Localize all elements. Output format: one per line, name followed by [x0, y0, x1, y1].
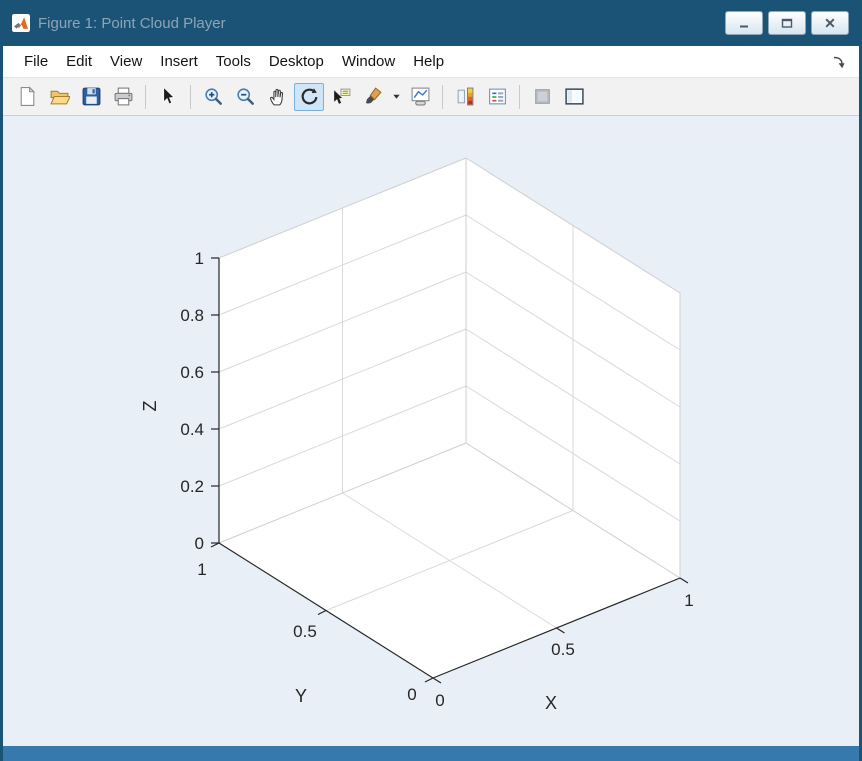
- z-axis-label: Z: [140, 401, 160, 412]
- rotate-3d-icon: [301, 88, 317, 105]
- new-document-icon: [20, 86, 35, 106]
- save-icon: [82, 87, 100, 106]
- open-folder-icon: [49, 90, 70, 105]
- menu-bar: File Edit View Insert Tools Desktop Wind…: [3, 46, 859, 77]
- colorbar-icon: [457, 87, 473, 106]
- toolbar-separator: [519, 84, 520, 109]
- close-icon: [825, 18, 835, 28]
- brush-dropdown-button[interactable]: [390, 83, 403, 111]
- menu-desktop[interactable]: Desktop: [260, 49, 333, 74]
- link-plot-button[interactable]: [405, 83, 435, 111]
- figure-toolbar: [3, 77, 859, 116]
- print-figure-button[interactable]: [108, 83, 138, 111]
- new-figure-button[interactable]: [12, 83, 42, 111]
- zoom-in-button[interactable]: [198, 83, 228, 111]
- zoom-out-icon: [236, 88, 254, 105]
- toolbar-separator: [442, 84, 443, 109]
- x-tick-label: 0: [435, 691, 444, 710]
- z-tick-label: 0.4: [180, 420, 204, 439]
- minimize-button[interactable]: [725, 11, 763, 35]
- brush-button[interactable]: [358, 83, 388, 111]
- toolbar-separator: [190, 84, 191, 109]
- menu-tools[interactable]: Tools: [207, 49, 260, 74]
- y-tick-label: 0.5: [293, 622, 317, 641]
- arrow-cursor-icon: [162, 86, 175, 105]
- z-tick-label: 0.6: [180, 363, 204, 382]
- show-plot-tools-button[interactable]: [559, 83, 589, 111]
- hide-plot-tools-button[interactable]: [527, 83, 557, 111]
- menu-insert[interactable]: Insert: [151, 49, 207, 74]
- figure-window: Figure 1: Point Cloud Player File Edit V…: [0, 0, 862, 761]
- toolbar-separator: [145, 84, 146, 109]
- insert-colorbar-button[interactable]: [450, 83, 480, 111]
- rotate-3d-button[interactable]: [294, 82, 324, 111]
- menu-help[interactable]: Help: [404, 49, 453, 74]
- zoom-out-button[interactable]: [230, 83, 260, 111]
- window-title: Figure 1: Point Cloud Player: [38, 14, 226, 32]
- figure-canvas[interactable]: 1 0.8 0.6 0.4 0.2 0 1 0.5 0 0 0.5 1 X Y …: [3, 116, 859, 746]
- matlab-logo-icon: [12, 14, 30, 32]
- axes-3d[interactable]: 1 0.8 0.6 0.4 0.2 0 1 0.5 0 0 0.5 1 X Y …: [3, 116, 861, 745]
- maximize-icon: [781, 18, 793, 28]
- insert-legend-button[interactable]: [482, 83, 512, 111]
- pan-button[interactable]: [262, 83, 292, 111]
- menu-view[interactable]: View: [101, 49, 151, 74]
- y-tick-label: 0: [407, 685, 416, 704]
- menu-window[interactable]: Window: [333, 49, 404, 74]
- window-bottom-frame: [3, 746, 859, 761]
- z-tick-label: 0.8: [180, 306, 204, 325]
- menu-file[interactable]: File: [15, 49, 57, 74]
- x-tick-label: 0.5: [551, 640, 575, 659]
- dock-figure-icon[interactable]: [831, 54, 847, 70]
- maximize-button[interactable]: [768, 11, 806, 35]
- z-tick-label: 0.2: [180, 477, 204, 496]
- link-plot-icon: [411, 87, 429, 106]
- title-bar[interactable]: Figure 1: Point Cloud Player: [3, 0, 859, 46]
- x-axis-label: X: [545, 693, 557, 713]
- minimize-icon: [740, 25, 748, 28]
- pan-hand-icon: [269, 88, 283, 106]
- edit-plot-button[interactable]: [153, 83, 183, 111]
- zoom-in-icon: [204, 88, 222, 105]
- hide-plot-tools-icon: [534, 89, 550, 104]
- caret-down-icon: [393, 94, 400, 99]
- brush-icon: [365, 87, 382, 104]
- data-cursor-button[interactable]: [326, 83, 356, 111]
- show-plot-tools-icon: [564, 88, 584, 105]
- data-cursor-icon: [333, 88, 350, 104]
- z-tick-label: 0: [195, 534, 204, 553]
- open-file-button[interactable]: [44, 83, 74, 111]
- x-tick-label: 1: [684, 591, 693, 610]
- menu-edit[interactable]: Edit: [57, 49, 101, 74]
- y-tick-label: 1: [197, 560, 206, 579]
- close-button[interactable]: [811, 11, 849, 35]
- z-tick-label: 1: [195, 249, 204, 268]
- legend-icon: [488, 88, 506, 105]
- save-figure-button[interactable]: [76, 83, 106, 111]
- printer-icon: [114, 87, 132, 106]
- y-axis-label: Y: [295, 686, 307, 706]
